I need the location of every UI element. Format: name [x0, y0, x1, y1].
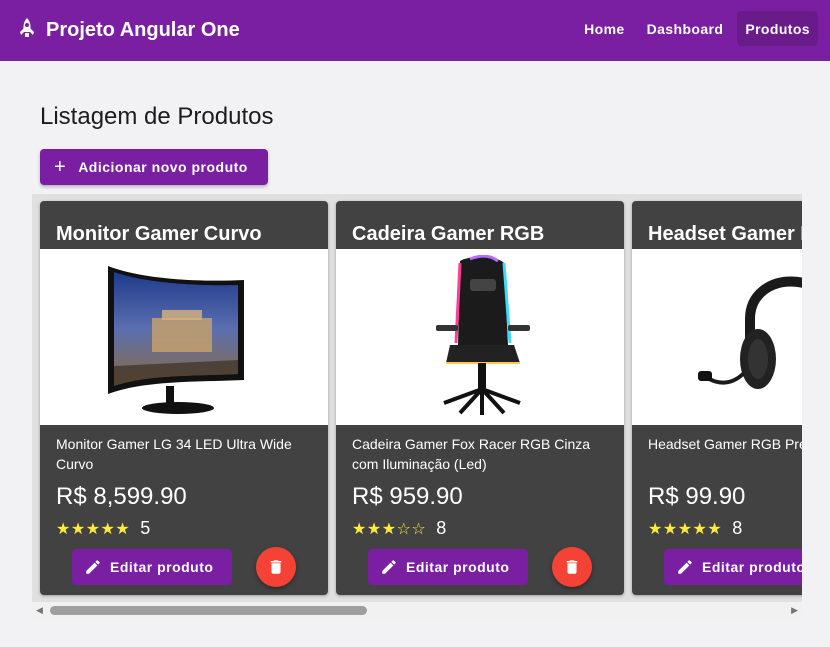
product-image-headset — [632, 249, 802, 425]
product-image-chair — [336, 249, 624, 425]
rating-count: 8 — [732, 518, 743, 538]
delete-product-button[interactable] — [256, 547, 296, 587]
rocket-icon — [18, 17, 36, 44]
scrollbar-thumb[interactable] — [50, 606, 367, 615]
pencil-icon — [382, 560, 396, 574]
product-list[interactable]: Monitor Gamer Curvo Monitor Gamer LG 34 … — [32, 194, 802, 618]
product-card: Headset Gamer R Headset Gamer RGB Pre R$… — [632, 201, 802, 595]
edit-product-button[interactable]: Editar produto — [664, 549, 802, 585]
star-icon: ★★★☆☆ — [352, 520, 427, 538]
product-price: R$ 99.90 — [648, 483, 746, 510]
rating-count: 5 — [140, 518, 151, 538]
product-price: R$ 959.90 — [352, 483, 463, 510]
edit-product-label: Editar produto — [702, 559, 802, 575]
horizontal-scrollbar[interactable]: ◀ ▶ — [32, 602, 802, 618]
product-title: Cadeira Gamer RGB — [352, 223, 545, 245]
edit-product-button[interactable]: Editar produto — [368, 549, 528, 585]
product-price: R$ 8,599.90 — [56, 483, 187, 510]
edit-product-label: Editar produto — [110, 559, 214, 575]
nav-produtos[interactable]: Produtos — [737, 11, 818, 46]
pencil-icon — [86, 560, 100, 574]
rating-count: 8 — [436, 518, 447, 538]
product-card: Monitor Gamer Curvo Monitor Gamer LG 34 … — [40, 201, 328, 595]
product-rating: ★★★★★ 8 — [648, 518, 742, 539]
star-icon: ★★★★★ — [648, 520, 723, 538]
product-title: Monitor Gamer Curvo — [56, 223, 262, 245]
trash-icon — [566, 560, 578, 574]
app-title: Projeto Angular One — [46, 19, 240, 41]
edit-product-label: Editar produto — [406, 559, 510, 575]
plus-icon: + — [54, 156, 67, 178]
product-image-monitor — [40, 249, 328, 425]
product-rating: ★★★☆☆ 8 — [352, 518, 446, 539]
product-card: Cadeira Gamer RGB Cadeira Gamer Fox Race… — [336, 201, 624, 595]
add-product-label: Adicionar novo produto — [78, 159, 248, 175]
product-description: Monitor Gamer LG 34 LED Ultra Wide Curvo — [56, 436, 292, 472]
star-icon: ★★★★★ — [56, 520, 131, 538]
trash-icon — [270, 560, 282, 574]
product-title: Headset Gamer R — [648, 223, 802, 245]
delete-product-button[interactable] — [552, 547, 592, 587]
product-rating: ★★★★★ 5 — [56, 518, 150, 539]
scroll-left-icon[interactable]: ◀ — [36, 605, 43, 616]
pencil-icon — [678, 560, 692, 574]
product-description: Cadeira Gamer Fox Racer RGB Cinza com Il… — [352, 436, 591, 472]
brand[interactable]: Projeto Angular One — [18, 17, 240, 44]
edit-product-button[interactable]: Editar produto — [72, 549, 232, 585]
nav-dashboard[interactable]: Dashboard — [639, 11, 732, 46]
app-toolbar: Projeto Angular One Home Dashboard Produ… — [0, 0, 830, 61]
page-title: Listagem de Produtos — [40, 103, 274, 130]
nav-home[interactable]: Home — [576, 11, 633, 46]
main-nav: Home Dashboard Produtos — [576, 11, 818, 46]
scroll-right-icon[interactable]: ▶ — [791, 605, 798, 616]
add-product-button[interactable]: + Adicionar novo produto — [40, 149, 268, 185]
product-description: Headset Gamer RGB Pre — [648, 436, 802, 452]
